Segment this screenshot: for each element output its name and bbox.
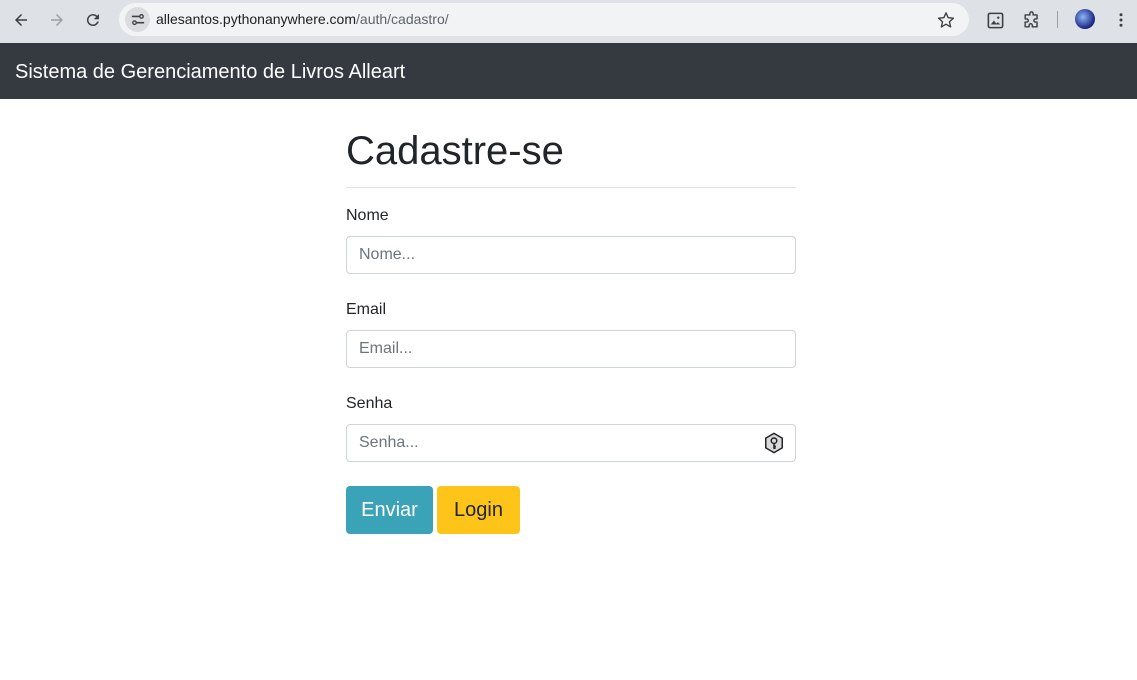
reload-button[interactable] xyxy=(80,7,106,33)
menu-button[interactable] xyxy=(1109,8,1133,32)
profile-avatar[interactable] xyxy=(1075,9,1095,29)
password-label: Senha xyxy=(346,395,393,412)
star-icon xyxy=(937,12,955,28)
page-title: Cadastre-se xyxy=(346,129,564,173)
send-button[interactable]: Enviar xyxy=(346,486,433,534)
name-input[interactable] xyxy=(346,236,796,274)
name-label: Nome xyxy=(346,207,389,224)
arrow-left-icon xyxy=(15,14,27,26)
arrow-right-icon xyxy=(51,14,63,26)
site-info-button[interactable] xyxy=(125,7,150,32)
url-text: allesantos.pythonanywhere.com/auth/cadas… xyxy=(156,11,449,27)
url-path: /auth/cadastro/ xyxy=(356,11,449,27)
password-input[interactable] xyxy=(346,424,796,462)
bookmark-button[interactable] xyxy=(935,9,957,31)
forward-button[interactable] xyxy=(44,7,70,33)
url-host: allesantos.pythonanywhere.com xyxy=(156,11,357,27)
kebab-menu-icon xyxy=(1119,13,1123,27)
image-icon xyxy=(987,12,1003,28)
navbar-brand[interactable]: Sistema de Gerenciamento de Livros Allea… xyxy=(15,61,405,84)
app-navbar: Sistema de Gerenciamento de Livros Allea… xyxy=(0,43,1137,99)
email-label: Email xyxy=(346,301,387,318)
title-divider xyxy=(346,187,796,188)
password-field-wrapper xyxy=(346,424,796,462)
extensions-button[interactable] xyxy=(1019,8,1043,32)
browser-toolbar: allesantos.pythonanywhere.com/auth/cadas… xyxy=(0,0,1137,43)
reload-icon xyxy=(86,14,99,27)
toolbar-separator xyxy=(1057,11,1058,28)
email-input[interactable] xyxy=(346,330,796,368)
login-button[interactable]: Login xyxy=(437,486,520,534)
back-button[interactable] xyxy=(8,7,34,33)
address-bar[interactable]: allesantos.pythonanywhere.com/auth/cadas… xyxy=(119,3,969,36)
password-manager-key-icon[interactable] xyxy=(763,432,785,454)
puzzle-icon xyxy=(1023,10,1038,28)
tune-icon xyxy=(131,13,144,25)
image-search-button[interactable] xyxy=(983,8,1007,32)
